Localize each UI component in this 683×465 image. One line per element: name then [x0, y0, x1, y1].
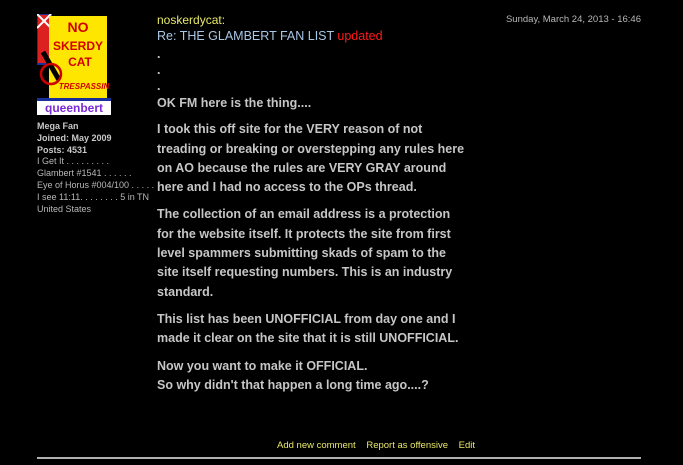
svg-text:CAT: CAT — [68, 55, 92, 69]
user-line: Glambert #1541 . . . . . . — [37, 168, 132, 179]
dot: . — [157, 63, 161, 77]
user-meta: Mega Fan Joined: May 2009 Posts: 4531 I … — [37, 121, 155, 215]
post-actions: Add new comment Report as offensive Edit — [277, 440, 483, 451]
user-line: Eye of Horus #004/100 . . . . . I see 11… — [37, 179, 155, 202]
post-paragraph: This list has been UNOFFICIAL from day o… — [157, 311, 459, 346]
dot: . — [157, 47, 161, 61]
user-line: I Get It . . . . . . . . . — [37, 156, 110, 167]
svg-text:SKERDY: SKERDY — [53, 39, 103, 53]
post-paragraph: I took this off site for the VERY reason… — [157, 122, 465, 195]
user-location: United States — [37, 203, 92, 214]
post-date: Sunday, March 24, 2013 - 16:46 — [505, 14, 641, 25]
avatar-image: NO SKERDY CAT TRESPASSIN queenbert — [37, 14, 111, 115]
user-rank: Mega Fan — [37, 121, 79, 131]
edit-link[interactable]: Edit — [459, 440, 475, 451]
avatar: NO SKERDY CAT TRESPASSIN queenbert — [37, 14, 111, 115]
svg-text:TRESPASSIN: TRESPASSIN — [59, 82, 110, 91]
divider — [37, 457, 641, 459]
report-offensive-link[interactable]: Report as offensive — [366, 440, 448, 451]
post-body: . . . OK FM here is the thing.... I took… — [157, 46, 467, 403]
updated-badge: updated — [337, 29, 383, 43]
add-comment-link[interactable]: Add new comment — [277, 440, 356, 451]
post-paragraph: Now you want to make it OFFICIAL. So why… — [157, 358, 429, 392]
user-posts: Posts: 4531 — [37, 144, 88, 155]
svg-text:queenbert: queenbert — [45, 101, 103, 115]
post-paragraph: The collection of an email address is a … — [157, 207, 453, 299]
post-title: Re: THE GLAMBERT FAN LIST updated — [157, 29, 383, 43]
svg-text:NO: NO — [68, 19, 89, 35]
post-title-text: Re: THE GLAMBERT FAN LIST — [157, 29, 334, 43]
post-paragraph: OK FM here is the thing.... — [157, 96, 312, 110]
user-joined: Joined: May 2009 — [37, 132, 112, 143]
dot: . — [157, 79, 161, 93]
username-link[interactable]: noskerdycat: — [157, 13, 225, 27]
